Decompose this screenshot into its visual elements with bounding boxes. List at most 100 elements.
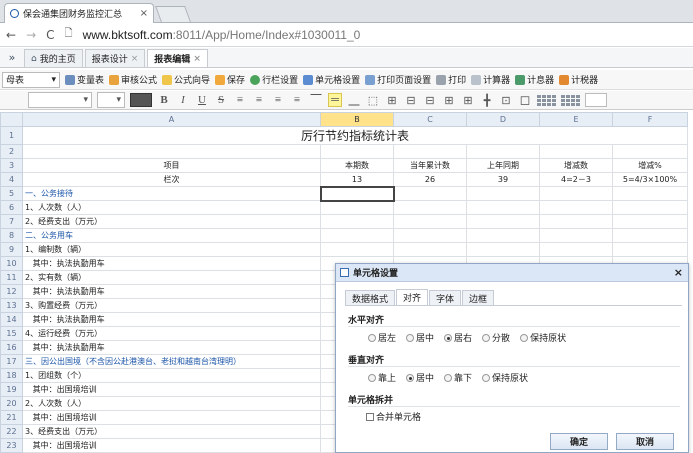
cell[interactable] <box>320 200 394 215</box>
column-header[interactable]: A <box>22 112 321 127</box>
cell[interactable] <box>393 214 467 229</box>
cell[interactable] <box>466 200 540 215</box>
header-cell[interactable]: 本期数 <box>320 158 394 173</box>
cell[interactable] <box>539 214 613 229</box>
column-header[interactable]: D <box>466 112 540 127</box>
row-header[interactable]: 22 <box>0 424 23 439</box>
radio-v_align-3[interactable]: 保持原状 <box>482 371 528 384</box>
print-button[interactable]: 打印 <box>436 73 466 86</box>
bold-button[interactable]: B <box>157 93 171 107</box>
cell[interactable] <box>320 242 394 257</box>
radio-v_align-2[interactable]: 靠下 <box>444 371 472 384</box>
index-cell[interactable]: 栏次 <box>22 172 321 187</box>
header-cell[interactable]: 增减% <box>612 158 688 173</box>
tab-report-design[interactable]: 报表设计 × <box>84 49 146 67</box>
radio-h_align-2[interactable]: 居右 <box>444 331 472 344</box>
cell[interactable] <box>393 200 467 215</box>
border-none-icon[interactable]: ⬚ <box>366 93 380 107</box>
row-label-cell[interactable]: 其中：出国境培训 <box>22 410 321 425</box>
row-label-cell[interactable]: 2、人次数（人） <box>22 396 321 411</box>
cell[interactable] <box>320 214 394 229</box>
row-header[interactable]: 21 <box>0 410 23 425</box>
align-center-icon[interactable]: ≡ <box>252 93 266 107</box>
index-cell[interactable]: 13 <box>320 172 394 187</box>
row-label-cell[interactable]: 其中：执法执勤用车 <box>22 340 321 355</box>
cell[interactable] <box>612 228 688 243</box>
column-header[interactable]: F <box>612 112 688 127</box>
border-all-icon[interactable]: ⊞ <box>461 93 475 107</box>
row-label-cell[interactable]: 4、运行经费（万元） <box>22 326 321 341</box>
tab-report-edit[interactable]: 报表编辑 × <box>147 49 208 67</box>
row-label-cell[interactable]: 1、编制数（辆） <box>22 242 321 257</box>
table-grid-icon[interactable] <box>537 94 556 106</box>
cell[interactable] <box>539 242 613 257</box>
merge-cells-checkbox[interactable]: 合并单元格 <box>366 410 421 423</box>
font-family-select[interactable]: ▾ <box>28 92 92 108</box>
align-right-icon[interactable]: ≡ <box>271 93 285 107</box>
audit-formula-button[interactable]: 审核公式 <box>109 73 157 86</box>
cell[interactable] <box>466 228 540 243</box>
radio-v_align-1[interactable]: 居中 <box>406 371 434 384</box>
row-label-cell[interactable]: 其中：执法执勤用车 <box>22 256 321 271</box>
row-header[interactable]: 4 <box>0 172 23 187</box>
close-icon[interactable]: × <box>193 54 201 64</box>
row-header[interactable]: 15 <box>0 326 23 341</box>
reload-icon[interactable]: C <box>46 28 54 42</box>
row-header[interactable]: 23 <box>0 438 23 453</box>
cell[interactable] <box>466 214 540 229</box>
browser-tab[interactable]: 保会通集团财务监控汇总 × <box>4 3 154 23</box>
cell[interactable] <box>393 186 467 201</box>
new-tab-button[interactable] <box>155 6 191 22</box>
row-label-cell[interactable]: 1、团组数（个） <box>22 368 321 383</box>
cell[interactable] <box>393 144 467 159</box>
cell[interactable] <box>612 144 688 159</box>
row-label-cell[interactable]: 其中：执法执勤用车 <box>22 312 321 327</box>
row-header[interactable]: 20 <box>0 396 23 411</box>
row-label-cell[interactable]: 1、人次数（人） <box>22 200 321 215</box>
align-left-icon[interactable]: ≡ <box>233 93 247 107</box>
border-top-icon[interactable]: ⊞ <box>442 93 456 107</box>
row-header[interactable]: 16 <box>0 340 23 355</box>
valign-middle-icon[interactable]: ═ <box>328 93 342 107</box>
cell[interactable] <box>612 200 688 215</box>
column-header[interactable]: C <box>393 112 467 127</box>
column-header[interactable]: E <box>539 112 613 127</box>
row-label-cell[interactable]: 二、公务用车 <box>22 228 321 243</box>
row-header[interactable]: 8 <box>0 228 23 243</box>
index-cell[interactable]: 4=2－3 <box>539 172 613 187</box>
cell[interactable] <box>539 200 613 215</box>
forward-arrow-icon[interactable]: → <box>26 28 36 42</box>
cell[interactable] <box>22 144 321 159</box>
row-label-cell[interactable]: 其中：出国境培训 <box>22 438 321 453</box>
close-icon[interactable]: × <box>674 266 683 279</box>
row-header[interactable]: 3 <box>0 158 23 173</box>
border-inner-icon[interactable]: ⊞ <box>385 93 399 107</box>
row-label-cell[interactable]: 2、经费支出（万元） <box>22 214 321 229</box>
row-label-cell[interactable]: 其中：出国境培训 <box>22 382 321 397</box>
template-select[interactable]: 母表 ▾ <box>2 71 60 88</box>
row-header[interactable]: 7 <box>0 214 23 229</box>
header-cell[interactable]: 增减数 <box>539 158 613 173</box>
variable-table-button[interactable]: 变量表 <box>65 73 104 86</box>
radio-h_align-0[interactable]: 居左 <box>368 331 396 344</box>
underline-button[interactable]: U <box>195 93 209 107</box>
radio-v_align-0[interactable]: 靠上 <box>368 371 396 384</box>
calculator-button[interactable]: 计算器 <box>471 73 510 86</box>
tab-alignment[interactable]: 对齐 <box>396 289 429 305</box>
print-page-settings-button[interactable]: 打印页面设置 <box>365 73 431 86</box>
border-right-icon[interactable]: ⊟ <box>423 93 437 107</box>
row-header[interactable]: 6 <box>0 200 23 215</box>
strikethrough-button[interactable]: S <box>214 93 228 107</box>
italic-button[interactable]: I <box>176 93 190 107</box>
radio-h_align-3[interactable]: 分散 <box>482 331 510 344</box>
tax-calculator-button[interactable]: 计税器 <box>559 73 598 86</box>
row-label-cell[interactable]: 3、购置经费（万元） <box>22 298 321 313</box>
corner-cell[interactable] <box>0 112 23 127</box>
tab-number-format[interactable]: 数据格式 <box>345 290 396 305</box>
border-thick-icon[interactable]: ◻ <box>518 92 532 107</box>
cell[interactable] <box>466 186 540 201</box>
cell[interactable] <box>539 144 613 159</box>
row-label-cell[interactable]: 其中：执法执勤用车 <box>22 284 321 299</box>
fill-color-swatch[interactable] <box>130 93 152 107</box>
row-header[interactable]: 12 <box>0 284 23 299</box>
